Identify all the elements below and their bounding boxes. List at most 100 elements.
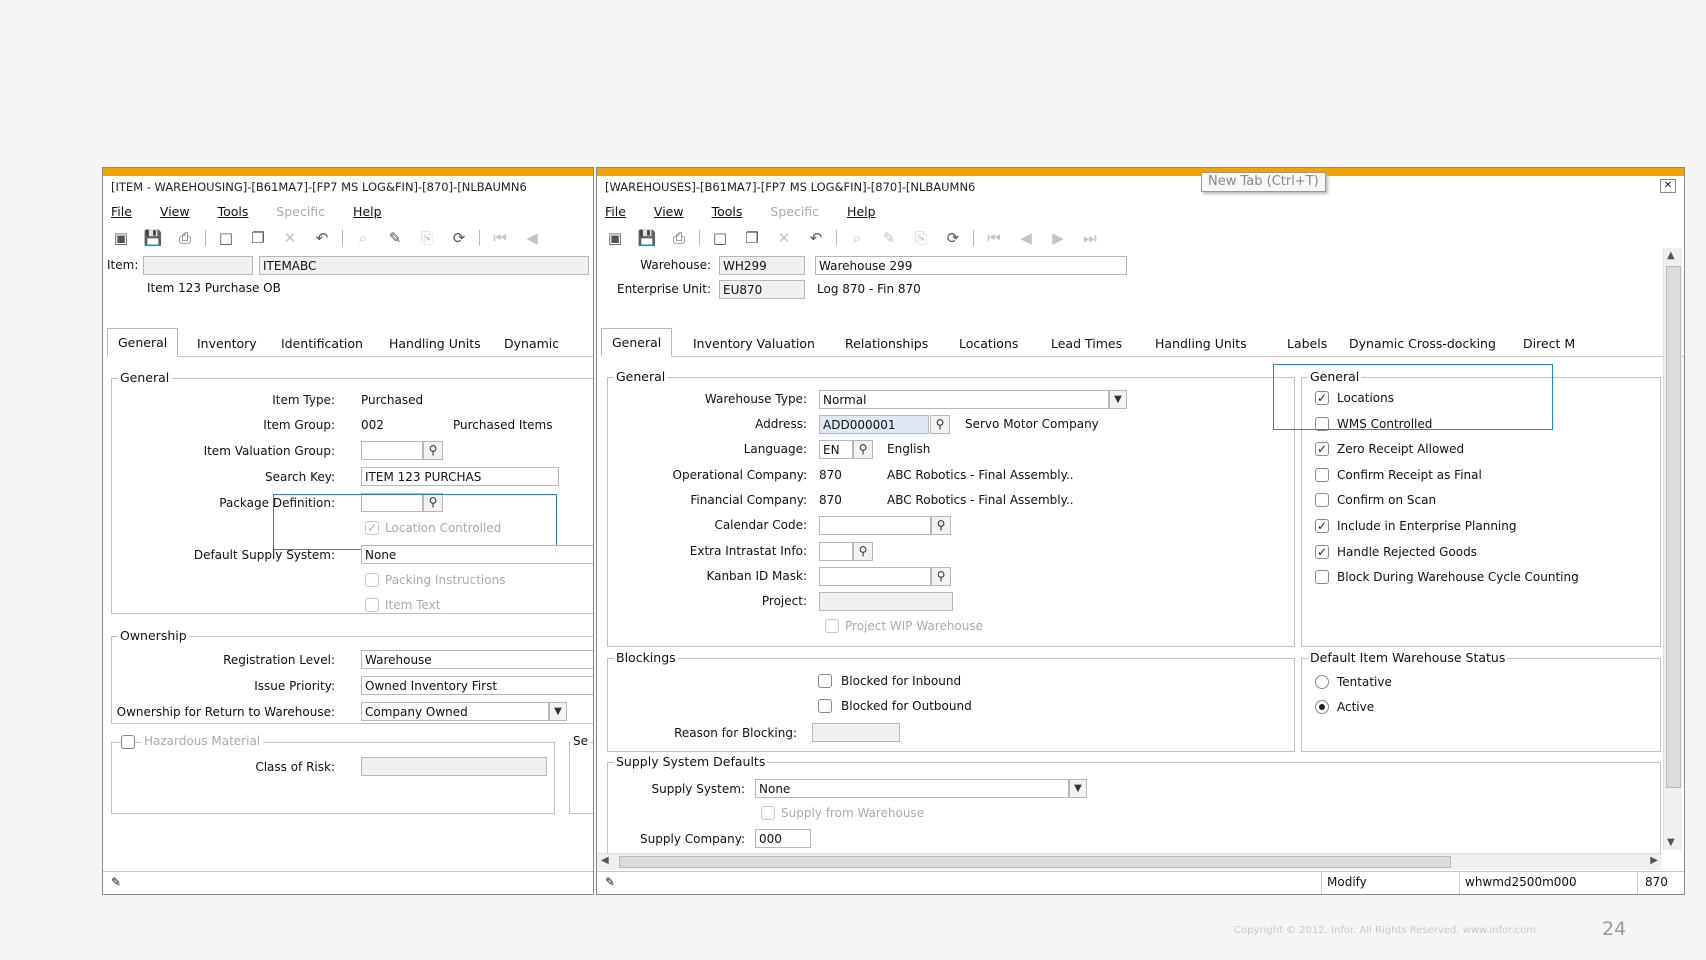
default-supply-system-field[interactable]: None [361, 545, 593, 564]
new-record-icon[interactable]: □ [214, 227, 238, 249]
print-icon[interactable]: ⎙ [667, 227, 691, 249]
tab-inventory-valuation[interactable]: Inventory Valuation [683, 332, 825, 356]
warehouse-type-select[interactable]: Normal [819, 390, 1109, 409]
menu-file[interactable]: File [111, 204, 132, 224]
option-checkbox[interactable]: ✓ [1315, 519, 1329, 533]
item-text-checkbox[interactable] [365, 598, 379, 612]
menu-view[interactable]: View [654, 204, 684, 224]
tab-handling-units[interactable]: Handling Units [379, 332, 491, 356]
registration-level-field[interactable]: Warehouse [361, 650, 593, 669]
scroll-up-icon[interactable]: ▲ [1667, 250, 1675, 261]
warehouse-code-field[interactable]: WH299 [719, 256, 805, 275]
tab-relationships[interactable]: Relationships [835, 332, 938, 356]
tab-dynamic[interactable]: Dynamic [494, 332, 569, 356]
blocked-outbound-checkbox[interactable] [818, 699, 832, 713]
new-record-icon[interactable]: □ [708, 227, 732, 249]
tab-labels[interactable]: Labels [1277, 332, 1337, 356]
search-icon[interactable]: ⚲ [931, 516, 951, 535]
calendar-code-input[interactable] [819, 516, 931, 535]
blocked-inbound-checkbox[interactable] [818, 674, 832, 688]
undo-icon[interactable]: ↶ [310, 227, 334, 249]
next-record-icon[interactable]: ▶ [1046, 227, 1070, 249]
supply-company-field[interactable]: 000 [755, 829, 811, 848]
tab-identification[interactable]: Identification [271, 332, 373, 356]
search-icon[interactable]: ⚲ [930, 415, 950, 434]
option-checkbox[interactable] [1315, 467, 1329, 482]
active-radio[interactable] [1315, 700, 1329, 714]
chevron-down-icon[interactable]: ▼ [549, 702, 567, 721]
attach-icon[interactable]: ⎘ [415, 227, 439, 249]
valuation-group-input[interactable] [361, 441, 423, 460]
attach-icon[interactable]: ⎘ [909, 227, 933, 249]
previous-record-icon[interactable]: ◀ [520, 227, 544, 249]
item-code-field[interactable]: ITEMABC [259, 256, 589, 275]
menu-tools[interactable]: Tools [218, 204, 249, 224]
menu-specific[interactable]: Specific [276, 204, 325, 224]
ownership-return-select[interactable]: Company Owned [361, 702, 549, 721]
scroll-left-icon[interactable]: ◀ [601, 855, 609, 866]
delete-icon[interactable]: ✕ [278, 227, 302, 249]
warehouse-description-field[interactable]: Warehouse 299 [815, 256, 1127, 275]
menu-help[interactable]: Help [847, 204, 876, 224]
find-icon[interactable]: ⌕ [351, 227, 375, 249]
tab-direct[interactable]: Direct M [1513, 332, 1585, 356]
tab-inventory[interactable]: Inventory [187, 332, 267, 356]
option-checkbox[interactable]: ✓ [1315, 442, 1329, 457]
menu-file[interactable]: File [605, 204, 626, 224]
project-field[interactable] [819, 592, 953, 611]
undo-icon[interactable]: ↶ [804, 227, 828, 249]
tab-general[interactable]: General [601, 328, 673, 357]
reason-for-blocking-field[interactable] [812, 723, 900, 742]
duplicate-icon[interactable]: ❐ [246, 227, 270, 249]
scroll-down-icon[interactable]: ▼ [1667, 837, 1675, 848]
class-of-risk-field[interactable] [361, 757, 547, 776]
option-checkbox[interactable] [1315, 493, 1329, 508]
tentative-radio[interactable] [1315, 675, 1329, 689]
tab-lead-times[interactable]: Lead Times [1041, 332, 1132, 356]
tab-general[interactable]: General [107, 328, 179, 357]
previous-record-icon[interactable]: ◀ [1014, 227, 1038, 249]
option-checkbox[interactable]: ✓ [1315, 544, 1329, 559]
search-icon[interactable]: ⚲ [423, 441, 443, 460]
tab-handling-units[interactable]: Handling Units [1145, 332, 1257, 356]
search-icon[interactable]: ⚲ [853, 440, 873, 459]
save-icon[interactable]: 💾 [141, 227, 165, 249]
duplicate-icon[interactable]: ❐ [740, 227, 764, 249]
first-record-icon[interactable]: ⏮ [982, 227, 1006, 249]
option-checkbox[interactable] [1315, 570, 1329, 585]
first-record-icon[interactable]: ⏮ [488, 227, 512, 249]
chevron-down-icon[interactable]: ▼ [1069, 779, 1087, 798]
tab-dynamic-cross-docking[interactable]: Dynamic Cross-docking [1339, 332, 1506, 356]
find-icon[interactable]: ⌕ [845, 227, 869, 249]
refresh-icon[interactable]: ⟳ [941, 227, 965, 249]
edit-icon[interactable]: ✎ [383, 227, 407, 249]
menu-view[interactable]: View [160, 204, 190, 224]
vertical-scrollbar[interactable]: ▲ ▼ [1663, 248, 1682, 850]
horizontal-scrollbar[interactable]: ◀ ▶ [597, 853, 1662, 870]
issue-priority-field[interactable]: Owned Inventory First [361, 676, 593, 695]
enterprise-unit-field[interactable]: EU870 [719, 280, 805, 299]
search-icon[interactable]: ⚲ [853, 542, 873, 561]
last-record-icon[interactable]: ⏭ [1078, 227, 1102, 249]
project-wip-checkbox[interactable] [825, 619, 839, 633]
scrollbar-thumb[interactable] [619, 856, 1451, 868]
save-exit-icon[interactable]: ▣ [603, 227, 627, 249]
scrollbar-thumb[interactable] [1666, 266, 1681, 788]
menu-specific[interactable]: Specific [770, 204, 819, 224]
close-icon[interactable]: ✕ [1660, 179, 1676, 193]
save-icon[interactable]: 💾 [635, 227, 659, 249]
packing-instructions-checkbox[interactable] [365, 573, 379, 587]
supply-system-select[interactable]: None [755, 779, 1069, 798]
tab-locations[interactable]: Locations [949, 332, 1028, 356]
extra-intrastat-input[interactable] [819, 542, 853, 561]
menu-tools[interactable]: Tools [712, 204, 743, 224]
delete-icon[interactable]: ✕ [772, 227, 796, 249]
language-input[interactable]: EN [819, 440, 853, 459]
search-icon[interactable]: ⚲ [931, 567, 951, 586]
supply-from-warehouse-checkbox[interactable] [761, 806, 775, 820]
address-input[interactable]: ADD000001 [819, 415, 929, 434]
print-icon[interactable]: ⎙ [173, 227, 197, 249]
kanban-id-mask-input[interactable] [819, 567, 931, 586]
search-key-input[interactable]: ITEM 123 PURCHAS [361, 467, 559, 486]
item-project-field[interactable] [143, 256, 253, 275]
